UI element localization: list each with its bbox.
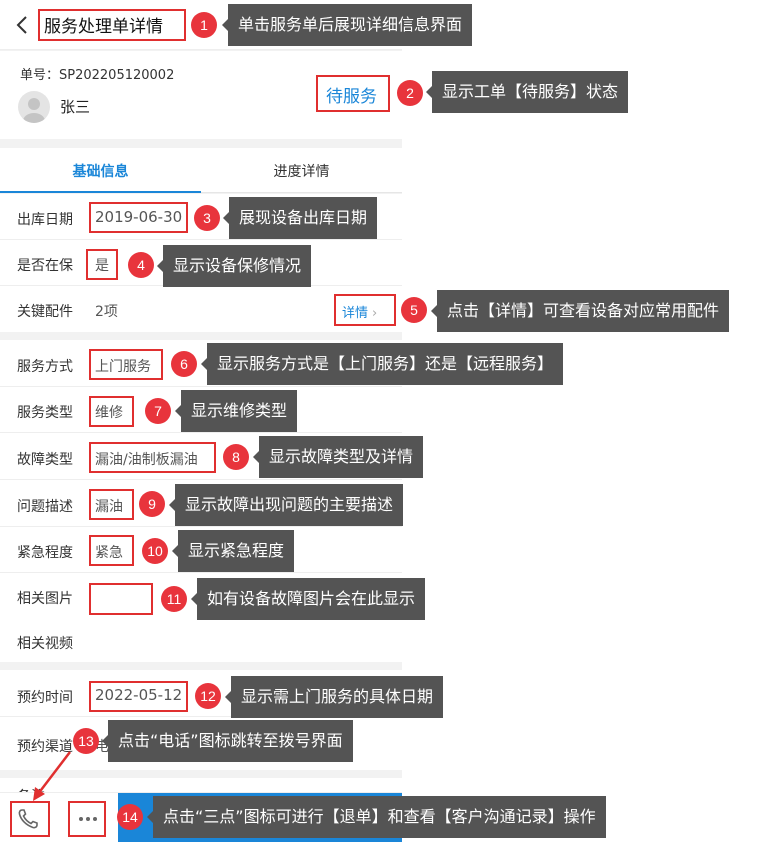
highlight-service-type	[89, 396, 134, 427]
highlight-more-icon	[68, 801, 106, 837]
field-row-videos: 相关视频	[0, 619, 402, 662]
field-label: 服务方式	[17, 359, 73, 375]
annotation-callout: 点击【详情】可查看设备对应常用配件	[430, 290, 730, 332]
annotation-badge: 7	[145, 398, 171, 424]
annotation-callout: 点击“电话”图标跳转至拨号界面	[102, 720, 353, 762]
field-label: 服务类型	[17, 405, 73, 421]
annotation-callout: 显示紧急程度	[171, 530, 295, 572]
annotation-badge: 9	[139, 491, 165, 517]
highlight-urgency	[89, 535, 134, 566]
field-value-key-parts: 2项	[95, 304, 118, 320]
highlight-out-date	[89, 202, 188, 233]
highlight-images	[89, 583, 153, 615]
field-label: 预约时间	[17, 690, 73, 706]
highlight-page-title	[38, 9, 186, 41]
highlight-appointment-time	[89, 681, 188, 712]
highlight-status	[316, 75, 390, 112]
annotation-badge: 14	[117, 804, 143, 830]
annotation-badge: 10	[142, 538, 168, 564]
annotation-badge: 4	[128, 252, 154, 278]
annotation-badge: 13	[73, 728, 99, 754]
annotation-badge: 3	[194, 205, 220, 231]
annotation-callout: 点击“三点”图标可进行【退单】和查看【客户沟通记录】操作	[147, 796, 606, 838]
annotation-callout: 显示需上门服务的具体日期	[224, 676, 444, 718]
annotation-callout: 显示服务方式是【上门服务】还是【远程服务】	[200, 343, 564, 385]
annotation-callout: 如有设备故障图片会在此显示	[190, 578, 426, 620]
tab-progress-detail[interactable]: 进度详情	[201, 161, 402, 181]
annotation-callout: 显示工单【待服务】状态	[425, 71, 629, 113]
annotation-callout: 显示维修类型	[174, 390, 298, 432]
avatar	[18, 91, 50, 123]
back-arrow-icon[interactable]	[14, 14, 32, 36]
field-label: 紧急程度	[17, 545, 73, 561]
highlight-service-mode	[89, 349, 163, 380]
annotation-callout: 单击服务单后展现详细信息界面	[221, 4, 473, 46]
annotation-badge: 12	[195, 683, 221, 709]
annotation-badge: 5	[401, 297, 427, 323]
annotation-badge: 6	[171, 351, 197, 377]
order-number: 单号：SP202205120002	[20, 68, 175, 83]
field-label: 问题描述	[17, 499, 73, 515]
highlight-detail-link	[334, 294, 396, 326]
tab-basic-info[interactable]: 基础信息	[0, 161, 201, 181]
annotation-badge: 8	[223, 444, 249, 470]
pointer-arrow-icon	[33, 751, 71, 801]
customer-name: 张三	[60, 98, 91, 116]
annotation-badge: 2	[397, 80, 423, 106]
annotation-callout: 展现设备出库日期	[222, 197, 378, 239]
annotation-callout: 显示故障出现问题的主要描述	[168, 484, 404, 526]
field-label: 故障类型	[17, 452, 73, 468]
highlight-problem-desc	[89, 489, 134, 520]
active-tab-indicator	[0, 191, 201, 193]
highlight-phone-icon	[10, 801, 50, 837]
user-avatar-icon	[23, 98, 45, 123]
annotation-badge: 1	[191, 12, 217, 38]
field-label: 相关视频	[17, 636, 73, 652]
highlight-warranty	[86, 249, 118, 280]
field-label: 出库日期	[17, 212, 73, 228]
field-label: 相关图片	[17, 591, 73, 607]
field-label: 关键配件	[17, 304, 73, 320]
annotation-callout: 显示设备保修情况	[156, 245, 312, 287]
annotation-callout: 显示故障类型及详情	[252, 436, 424, 478]
field-label: 是否在保	[17, 258, 73, 274]
annotation-badge: 11	[161, 586, 187, 612]
highlight-fault-type	[89, 442, 216, 473]
detail-tabs: 基础信息 进度详情	[0, 148, 402, 193]
